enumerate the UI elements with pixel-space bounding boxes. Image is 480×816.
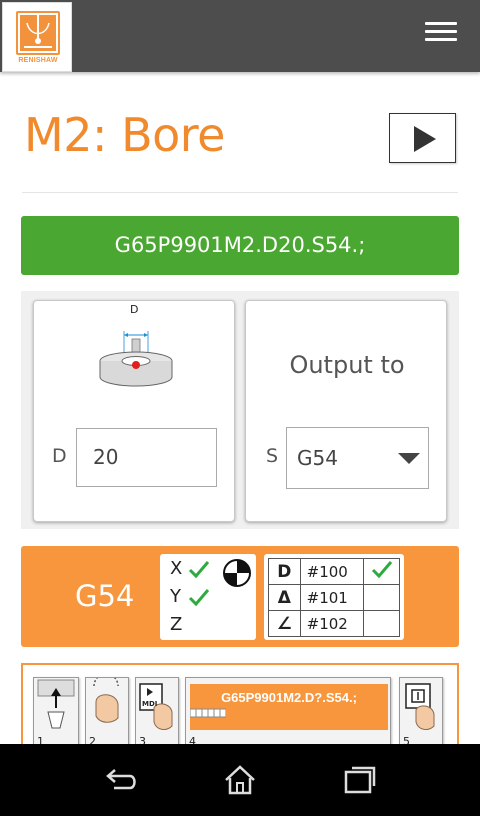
variable-value: #100	[299, 558, 365, 585]
check-icon	[188, 561, 210, 579]
diagram-label-d: D	[130, 303, 139, 316]
table-row: D #100	[268, 558, 400, 585]
app-header: RENISHAW	[0, 0, 480, 72]
system-nav-bar	[0, 744, 480, 816]
recent-apps-icon[interactable]	[340, 762, 380, 798]
output-card: Output to S G54	[245, 300, 447, 522]
step-2[interactable]: 2	[85, 673, 129, 745]
renishaw-logo[interactable]: RENISHAW	[2, 2, 72, 72]
mdi-key-label: MDI	[142, 700, 158, 708]
variable-value: #102	[299, 610, 365, 637]
chevron-down-icon	[398, 453, 420, 464]
check-cell	[363, 584, 400, 611]
axis-x-label: X	[170, 558, 183, 579]
diameter-label: D	[52, 445, 67, 467]
check-icon	[371, 560, 392, 578]
page-title: M2: Bore	[24, 108, 225, 162]
output-label: S	[266, 445, 279, 467]
offset-summary: G54 X Y Z D #100 Δ #101 ∠ #102	[21, 546, 459, 647]
work-offset-select[interactable]: G54	[286, 427, 429, 489]
logo-text: RENISHAW	[18, 57, 58, 64]
variable-card: D #100 Δ #101 ∠ #102	[264, 554, 404, 640]
back-icon[interactable]	[100, 762, 140, 798]
home-icon[interactable]	[220, 762, 260, 798]
divider	[22, 192, 458, 193]
menu-icon[interactable]	[422, 18, 460, 48]
symbol-delta: Δ	[268, 584, 301, 611]
play-icon	[414, 126, 436, 152]
steps-strip[interactable]: 1 2 MDI 3 G65P9901M2.D?.S54.; 4 5	[21, 663, 459, 745]
check-icon	[188, 589, 210, 607]
axis-z-label: Z	[170, 614, 183, 635]
spindle-icon	[37, 679, 75, 729]
symbol-angle: ∠	[268, 610, 301, 637]
step-5[interactable]: 5	[399, 677, 443, 745]
step-3[interactable]: MDI 3	[135, 677, 179, 745]
play-button[interactable]	[389, 113, 456, 163]
logo-tile-icon	[16, 11, 60, 55]
check-cell	[363, 610, 400, 637]
summary-label: G54	[75, 579, 135, 613]
variable-table: D #100 Δ #101 ∠ #102	[268, 558, 400, 637]
step-4[interactable]: G65P9901M2.D?.S54.; 4	[185, 677, 391, 745]
input-panel: D D 20 Output to S G54	[21, 291, 459, 529]
generated-code-bar[interactable]: G65P9901M2.D20.S54.;	[21, 216, 459, 275]
diameter-input[interactable]: 20	[76, 428, 217, 487]
table-row: ∠ #102	[268, 610, 400, 637]
output-heading: Output to	[289, 351, 405, 379]
step-1[interactable]: 1	[33, 677, 79, 745]
axis-card: X Y Z	[160, 554, 256, 640]
bore-diagram-icon	[99, 331, 173, 387]
step-code-text: G65P9901M2.D?.S54.;	[190, 684, 388, 730]
variable-value: #101	[299, 584, 365, 611]
table-row: Δ #101	[268, 584, 400, 611]
hand-rotate-icon	[93, 673, 119, 723]
app-screen: RENISHAW M2: Bore G65P9901M2.D20.S54.; D…	[0, 0, 480, 816]
symbol-d: D	[268, 558, 301, 585]
check-cell	[363, 558, 400, 585]
datum-target-icon	[223, 559, 251, 587]
cycle-start-icon	[405, 683, 435, 730]
diameter-card: D D 20	[33, 300, 235, 522]
axis-y-label: Y	[170, 586, 181, 607]
keypad-icon	[190, 708, 226, 718]
work-offset-value: G54	[297, 446, 338, 470]
